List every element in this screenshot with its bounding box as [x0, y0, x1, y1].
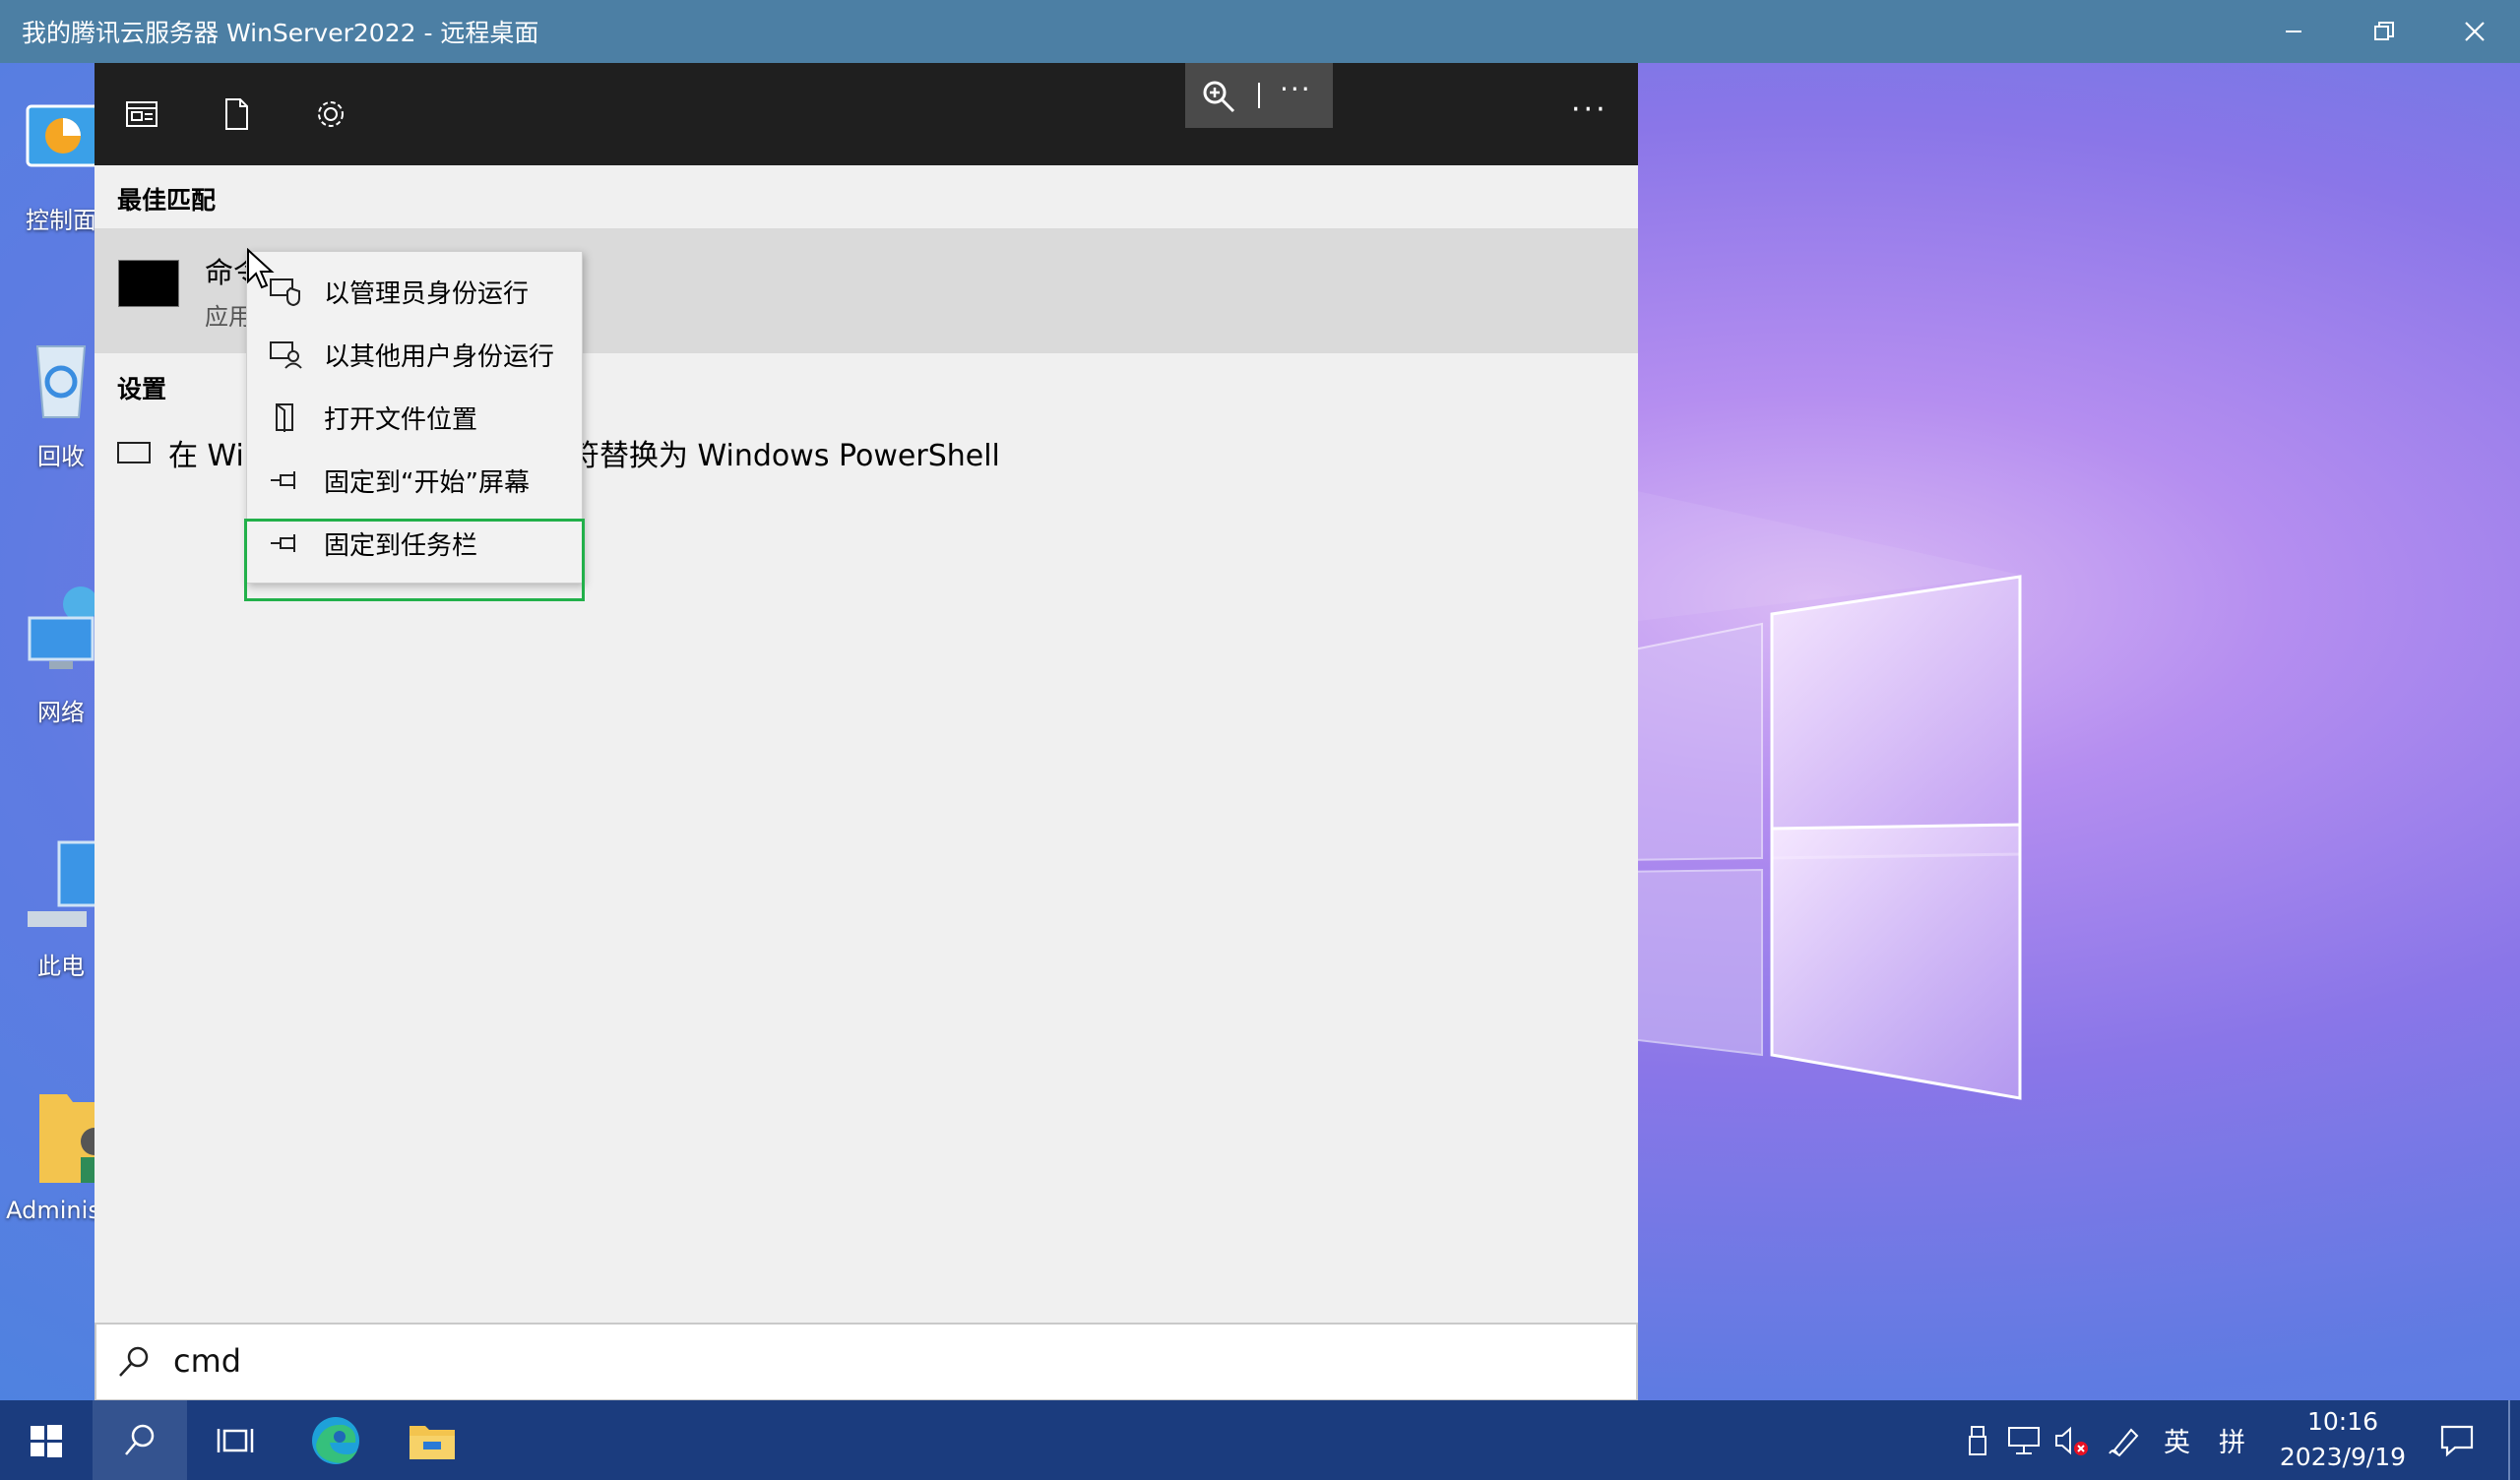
clock-time: 10:16 — [2306, 1407, 2379, 1436]
settings-gear-icon[interactable] — [313, 96, 348, 132]
search-icon — [125, 1424, 155, 1455]
restore-button[interactable] — [2339, 0, 2429, 63]
ctx-pin-to-start[interactable]: 固定到“开始”屏幕 — [247, 449, 582, 512]
zoom-more-button[interactable]: ··· — [1280, 73, 1312, 105]
ime-mode-indicator[interactable]: 拼 — [2219, 1400, 2245, 1480]
documents-list-icon[interactable] — [124, 96, 159, 132]
start-button[interactable] — [0, 1400, 93, 1480]
start-more-button[interactable]: ··· — [1571, 92, 1608, 127]
divider — [1258, 83, 1260, 108]
action-center-button[interactable] — [2426, 1400, 2488, 1480]
search-icon — [119, 1346, 149, 1377]
ctx-open-file-location[interactable]: 打开文件位置 — [247, 386, 582, 449]
task-view-icon — [217, 1428, 254, 1452]
desktop-icon-administrator[interactable]: Adminis — [4, 1086, 108, 1224]
close-button[interactable] — [2429, 0, 2520, 63]
setting-item-powershell[interactable]: 在 Wi 符替换为 Windows PowerShell — [117, 431, 1000, 474]
volume-muted-icon[interactable] — [2051, 1400, 2091, 1480]
ctx-run-as-admin[interactable]: 以管理员身份运行 — [247, 260, 582, 323]
setting-item-suffix: 符替换为 Windows PowerShell — [570, 439, 1000, 473]
clock-date: 2023/9/19 — [2279, 1443, 2407, 1471]
run-as-other-user-icon — [270, 341, 302, 369]
usb-device-icon[interactable] — [1959, 1400, 1996, 1480]
network-status-icon[interactable] — [2004, 1400, 2044, 1480]
taskbar-clock[interactable]: 10:16 2023/9/19 — [2274, 1404, 2412, 1475]
pin-icon — [271, 471, 295, 489]
notification-icon — [2440, 1425, 2474, 1456]
start-menu-top-bar: ··· ··· — [94, 63, 1638, 165]
recycle-bin-icon — [35, 345, 87, 418]
setting-item-prefix: 在 Wi — [168, 439, 244, 473]
search-input[interactable]: cmd — [94, 1323, 1638, 1401]
taskbar-edge-button[interactable] — [291, 1400, 380, 1480]
ctx-run-as-other-user[interactable]: 以其他用户身份运行 — [247, 323, 582, 386]
windows-start-icon — [31, 1424, 62, 1457]
taskbar-search-button[interactable] — [93, 1400, 187, 1480]
keyboard-icon — [117, 442, 151, 463]
document-icon[interactable] — [219, 96, 254, 132]
control-panel-icon — [26, 104, 100, 167]
zoom-in-icon[interactable] — [1201, 79, 1236, 114]
restore-icon — [2374, 22, 2394, 40]
ime-language-indicator[interactable]: 英 — [2164, 1400, 2190, 1480]
settings-header: 设置 — [117, 375, 167, 403]
close-icon — [2465, 22, 2485, 41]
best-match-header: 最佳匹配 — [117, 186, 217, 215]
network-icon — [28, 586, 98, 669]
minimize-button[interactable] — [2248, 0, 2339, 63]
mouse-cursor-icon — [247, 248, 275, 289]
window-title: 我的腾讯云服务器 WinServer2022 - 远程桌面 — [22, 19, 539, 47]
window-titlebar[interactable]: 我的腾讯云服务器 WinServer2022 - 远程桌面 — [0, 0, 2520, 63]
this-pc-icon — [28, 840, 102, 927]
open-file-location-icon — [276, 403, 293, 432]
show-desktop-button[interactable] — [2508, 1400, 2510, 1480]
user-folder-icon — [39, 1094, 108, 1183]
command-prompt-icon — [118, 260, 179, 307]
best-match-subtitle: 应用 — [205, 303, 252, 331]
taskbar: 英 拼 10:16 2023/9/19 — [0, 1400, 2520, 1480]
zoom-toolbar[interactable]: ··· — [1185, 63, 1333, 128]
taskbar-file-explorer-button[interactable] — [388, 1400, 476, 1480]
windows-wallpaper-logo-icon — [1614, 486, 2022, 1100]
pen-ink-icon[interactable] — [2105, 1400, 2144, 1480]
file-explorer-icon — [410, 1425, 455, 1459]
edge-browser-icon — [312, 1416, 359, 1464]
minimize-icon — [2286, 31, 2301, 32]
search-query: cmd — [173, 1342, 242, 1380]
highlight-annotation-box — [244, 519, 585, 601]
task-view-button[interactable] — [193, 1400, 278, 1480]
